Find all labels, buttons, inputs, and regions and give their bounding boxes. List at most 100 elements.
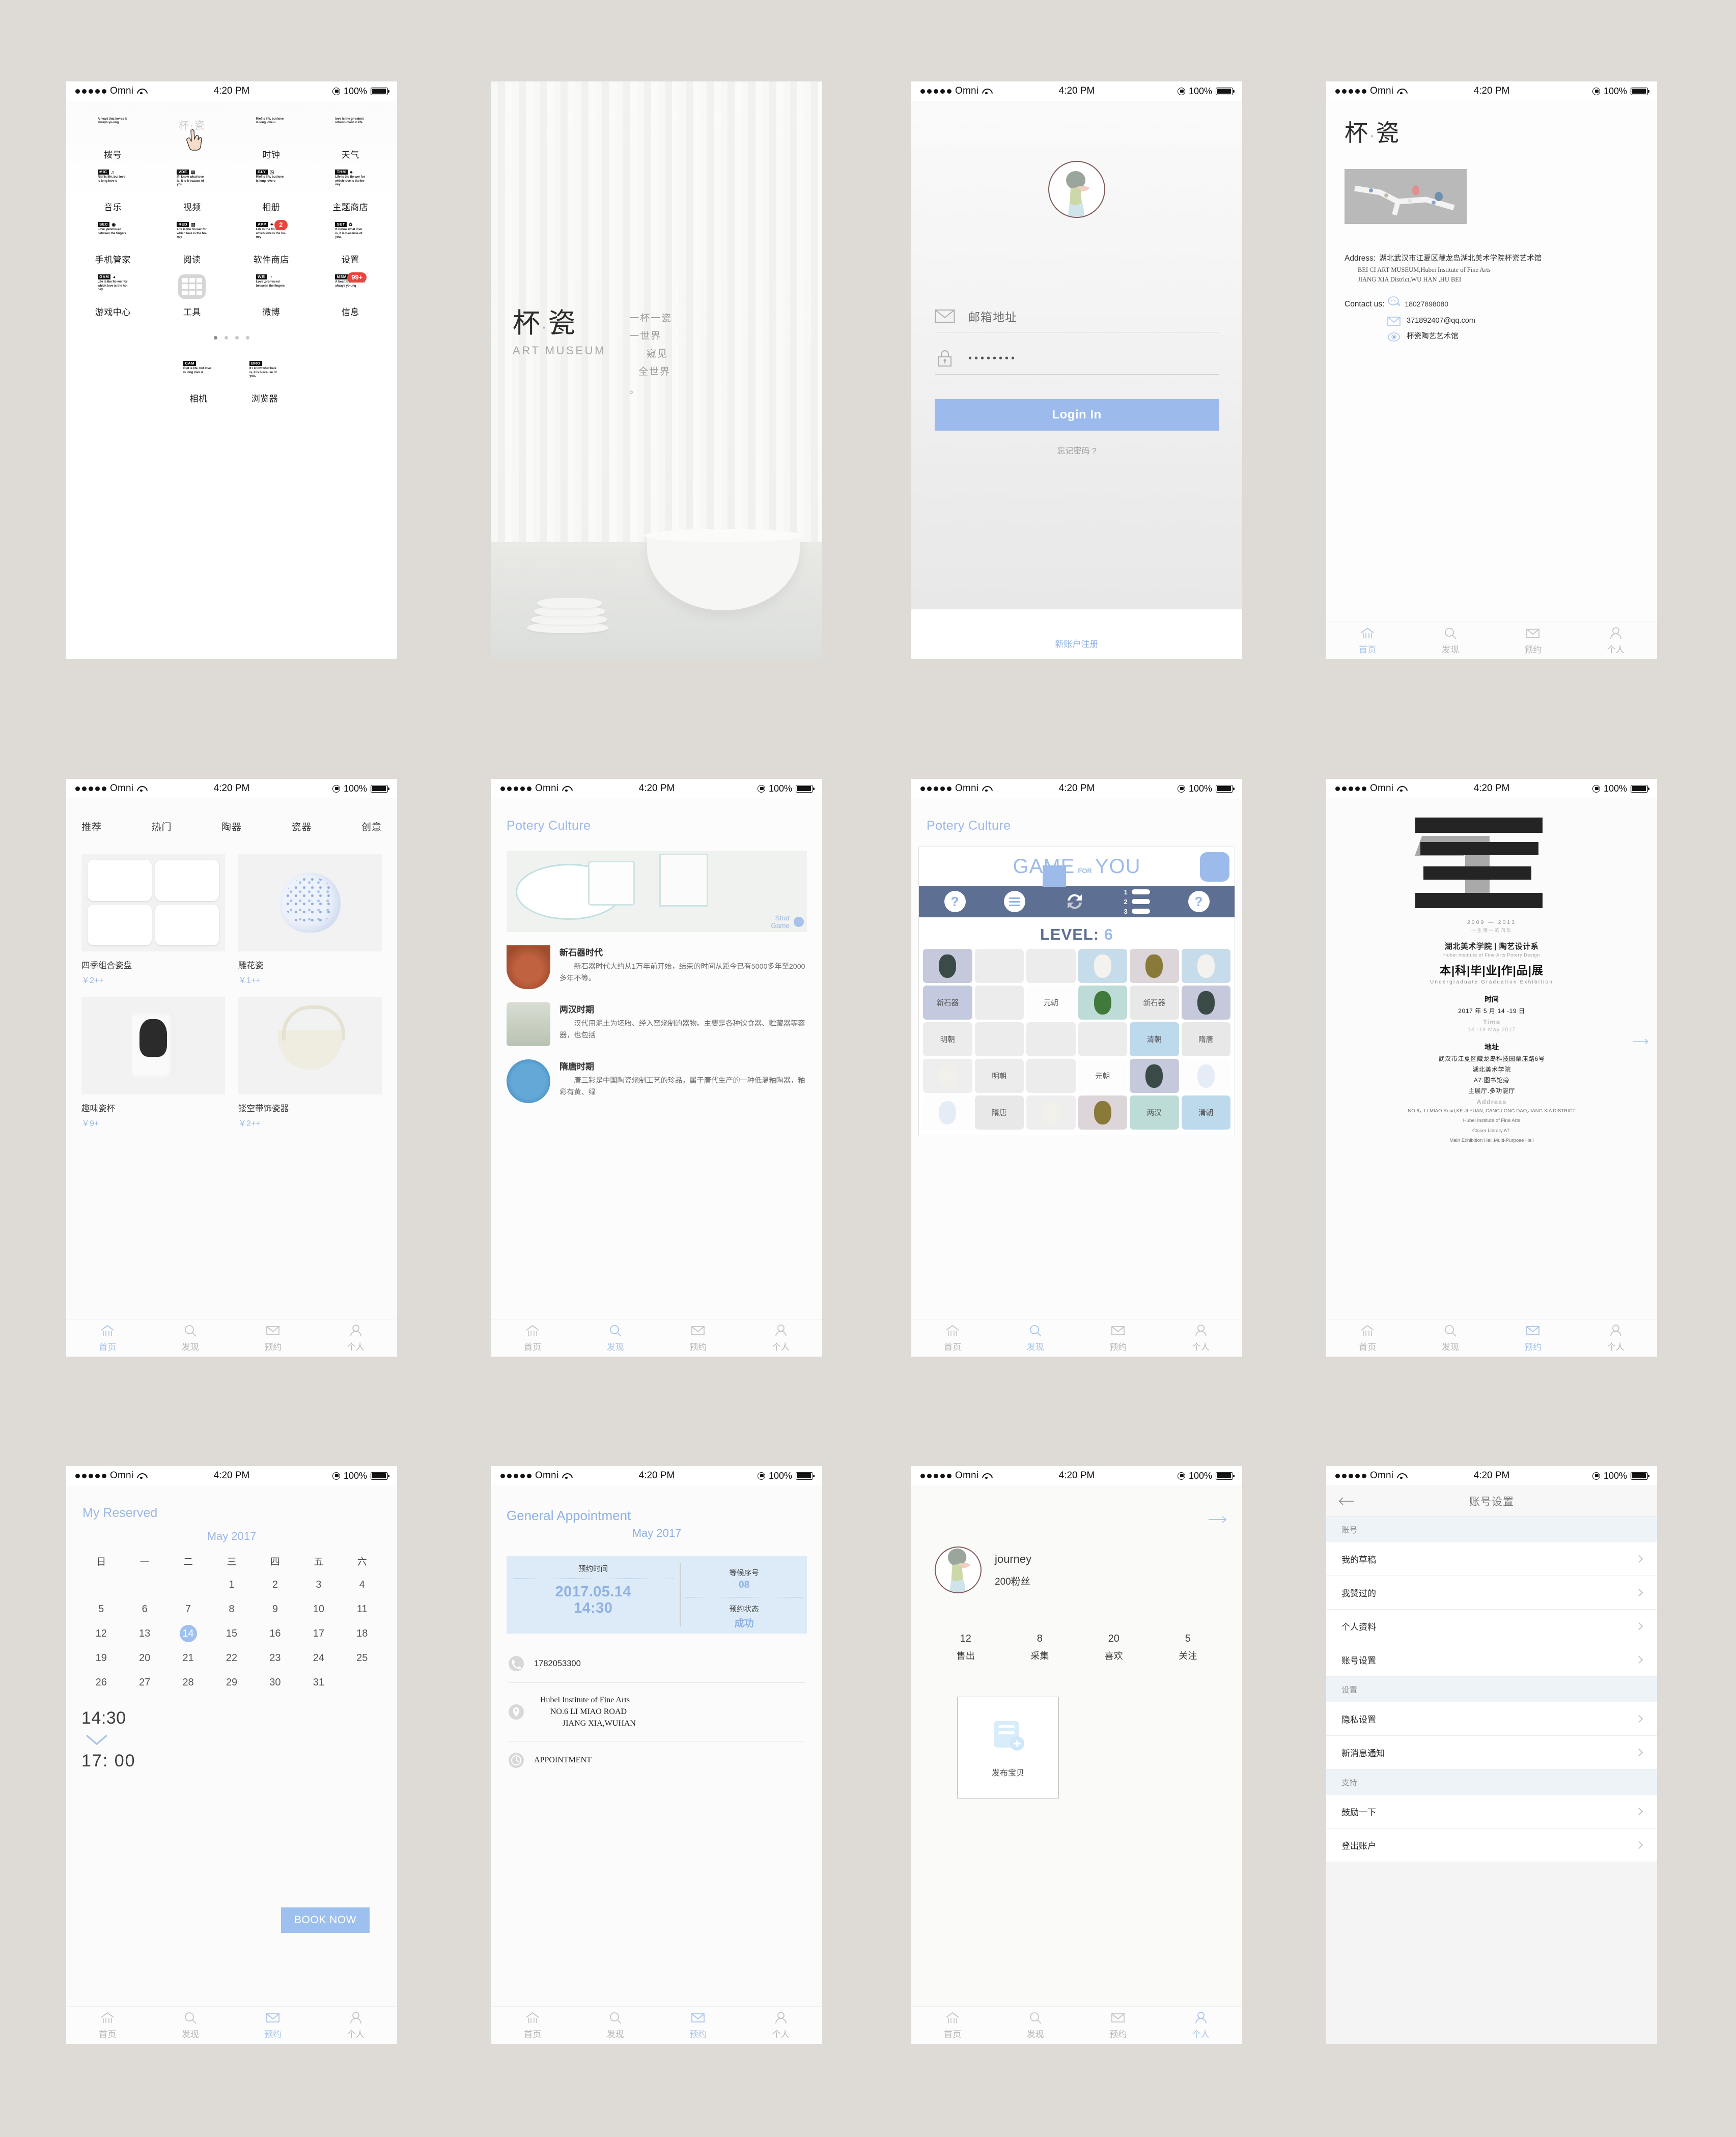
calendar-day[interactable]: 24 [297,1650,340,1666]
game-tile[interactable] [1181,986,1230,1020]
tab-home[interactable]: 首页 [911,2007,994,2044]
app-icon-拨号[interactable]: A heart that lov-es is always yo-ung 拨号 [73,117,153,164]
weibo-value[interactable]: 杯瓷陶艺艺术馆 [1407,331,1459,343]
tab-personal[interactable]: 个人 [315,2007,398,2044]
calendar-day[interactable]: 28 [166,1675,210,1690]
game-tile[interactable]: 明朝 [974,1059,1024,1093]
forgot-password-link[interactable]: 忘记密码 ? [911,444,1242,456]
settings-item[interactable]: 鼓励一下 [1326,1795,1657,1829]
settings-item[interactable]: 个人资料 [1326,1610,1657,1643]
game-tile[interactable]: 新石器 [1130,986,1179,1020]
profile-stat[interactable]: 20 喜欢 [1077,1633,1151,1662]
timeline-item[interactable]: 新石器时代 新石器时代大约从1万年前开始，结束的时间从距今已有5000多年至200… [491,932,822,989]
tab-home[interactable]: 首页 [491,1319,574,1357]
app-icon-信息[interactable]: MSM✉A heart that lov-es is always yo-ung… [311,272,390,322]
calendar-day[interactable]: 2 [254,1577,297,1592]
game-tile[interactable] [1078,1095,1127,1130]
tab-appointment[interactable]: 预约 [232,1319,315,1357]
game-tile[interactable] [1078,949,1127,983]
app-icon-天气[interactable]: love is the gr-eatest refresh-ment in li… [311,117,390,164]
calendar-day[interactable]: 27 [123,1675,166,1690]
app-icon-游戏中心[interactable]: GAM ◕ Life is the flo-wer for which love i… [73,274,153,322]
calendar-day[interactable]: 5 [79,1601,123,1617]
product-card[interactable]: 镂空带饰瓷器 ￥2++ [238,997,382,1129]
calendar-day[interactable]: 14 [166,1626,210,1641]
tab-home[interactable]: 首页 [1326,622,1409,659]
profile-stat[interactable]: 12 售出 [929,1633,1003,1662]
calendar-day[interactable]: 25 [341,1650,384,1666]
phone-value[interactable]: 18027898080 [1405,298,1448,310]
time-start-value[interactable]: 14:30 [66,1690,397,1728]
calendar-day[interactable]: 1 [210,1577,253,1592]
category-tab-4[interactable]: 创意 [361,820,382,833]
calendar-day[interactable]: 18 [341,1626,384,1641]
game-tile[interactable]: 元朝 [1026,986,1076,1020]
tab-discover[interactable]: 发现 [149,2007,232,2044]
app-icon-微博[interactable]: WEI ◔ Love ,promis-ed between the fingers … [232,274,311,322]
game-tile[interactable]: 明朝 [923,1022,972,1056]
app-icon-软件商店[interactable]: APP ✦ Life is the flo-wer for which love i… [232,220,311,269]
calendar-day[interactable]: 15 [210,1626,253,1641]
tab-discover[interactable]: 发现 [149,1319,232,1357]
product-card[interactable]: 趣味瓷杯 ￥9+ [81,997,225,1129]
app-icon-手机管家[interactable]: SEC ◉ Love ,promis-ed between the fingers … [73,222,153,269]
game-tile[interactable] [974,949,1024,983]
tab-appointment[interactable]: 预约 [1077,1319,1160,1357]
tab-home[interactable]: 首页 [66,1319,149,1357]
hint-button[interactable]: ? [1188,891,1210,912]
game-tile[interactable] [1130,1059,1179,1093]
address-row[interactable]: Hubei Institute of Fine Arts NO.6 LI MIA… [509,1683,805,1741]
tab-personal[interactable]: 个人 [1160,1319,1243,1357]
game-tile[interactable] [974,1022,1024,1056]
game-tile[interactable] [923,1059,972,1093]
category-tab-1[interactable]: 热门 [151,820,172,833]
menu-button[interactable] [1003,891,1025,912]
calendar-day[interactable]: 4 [341,1577,384,1592]
tab-personal[interactable]: 个人 [1160,2007,1243,2044]
calendar-day[interactable]: 22 [210,1650,253,1666]
time-end-value[interactable]: 17: 00 [66,1748,397,1771]
game-tile[interactable] [1026,1059,1076,1093]
calendar-day[interactable]: 21 [166,1650,210,1666]
game-tile[interactable]: 两汉 [1130,1095,1179,1130]
calendar-day[interactable]: 8 [210,1601,253,1617]
tab-discover[interactable]: 发现 [994,1319,1077,1357]
tab-appointment[interactable]: 预约 [1492,1319,1575,1357]
game-tile[interactable]: 清朝 [1130,1022,1179,1056]
tab-appointment[interactable]: 预约 [232,2007,315,2044]
settings-item[interactable]: 隐私设置 [1326,1702,1657,1736]
back-arrow-icon[interactable] [1338,1497,1354,1506]
app-icon-时钟[interactable]: Rief is life, but love is long love u 时钟 [232,117,311,164]
tab-personal[interactable]: 个人 [315,1319,398,1357]
dock-icon-浏览器[interactable]: BRO If i know what love is, it is b-ecaus… [246,361,283,408]
calendar-day[interactable]: 16 [254,1626,297,1641]
tab-discover[interactable]: 发现 [574,2007,657,2044]
settings-item[interactable]: 我的草稿 [1326,1542,1657,1576]
book-now-button[interactable]: BOOK NOW [281,1907,370,1933]
email-field[interactable]: 邮箱地址 [935,307,1219,332]
tab-discover[interactable]: 发现 [574,1319,657,1357]
chevron-down-icon[interactable] [86,1734,108,1746]
type-row[interactable]: APPOINTMENT [509,1741,805,1779]
game-tile[interactable]: 清朝 [1181,1095,1230,1130]
calendar-day[interactable]: 6 [123,1601,166,1617]
settings-item[interactable]: 登出账户 [1326,1829,1657,1862]
login-button[interactable]: Login In [935,399,1219,431]
tab-appointment[interactable]: 预约 [657,1319,740,1357]
settings-item[interactable]: 新消息通知 [1326,1736,1657,1769]
settings-item[interactable]: 账号设置 [1326,1643,1657,1677]
calendar-day[interactable]: 10 [297,1601,340,1617]
game-tile[interactable]: 元朝 [1078,1059,1127,1093]
calendar-day[interactable]: 19 [79,1650,123,1666]
app-icon-视频[interactable]: VDE ▤ If i know what love is, it is b-ecau… [153,170,232,217]
tab-discover[interactable]: 发现 [1409,1319,1492,1357]
tab-personal[interactable]: 个人 [1575,622,1658,659]
category-tab-3[interactable]: 瓷器 [291,820,312,833]
profile-stat[interactable]: 5 关注 [1151,1633,1225,1662]
tab-home[interactable]: 首页 [911,1319,994,1357]
phone-row[interactable]: 1782053300 [509,1645,805,1683]
app-icon-阅读[interactable]: RED ▥ Life is the flo-wer for which love i… [153,222,232,269]
password-field[interactable]: •••••••• [935,350,1219,375]
timeline-item[interactable]: 两汉时期 汉代用泥土为坯胎、经入窑烧制的器物。主要是各种饮食器、贮藏器等容器，也包… [491,989,822,1046]
game-tile[interactable] [1181,1059,1230,1093]
